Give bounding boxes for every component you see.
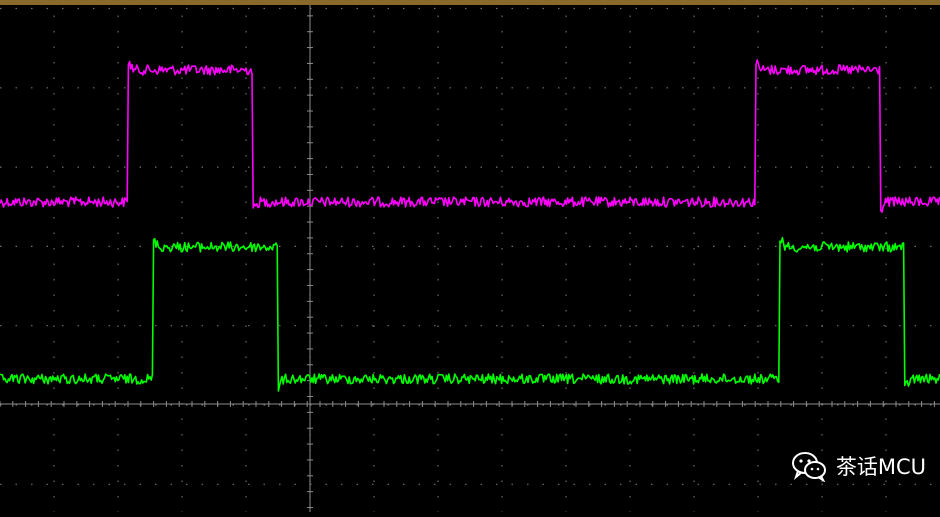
waveform-trace-2	[0, 236, 940, 392]
watermark-text: 茶话MCU	[835, 455, 926, 479]
oscilloscope-display: 茶话MCU	[0, 0, 940, 512]
wechat-icon	[791, 452, 826, 482]
waveform-traces	[0, 59, 940, 392]
waveform-trace-1	[0, 59, 940, 213]
watermark: 茶话MCU	[790, 450, 926, 482]
scope-plot	[0, 0, 940, 512]
top-border	[0, 0, 940, 5]
graticule	[0, 0, 940, 512]
